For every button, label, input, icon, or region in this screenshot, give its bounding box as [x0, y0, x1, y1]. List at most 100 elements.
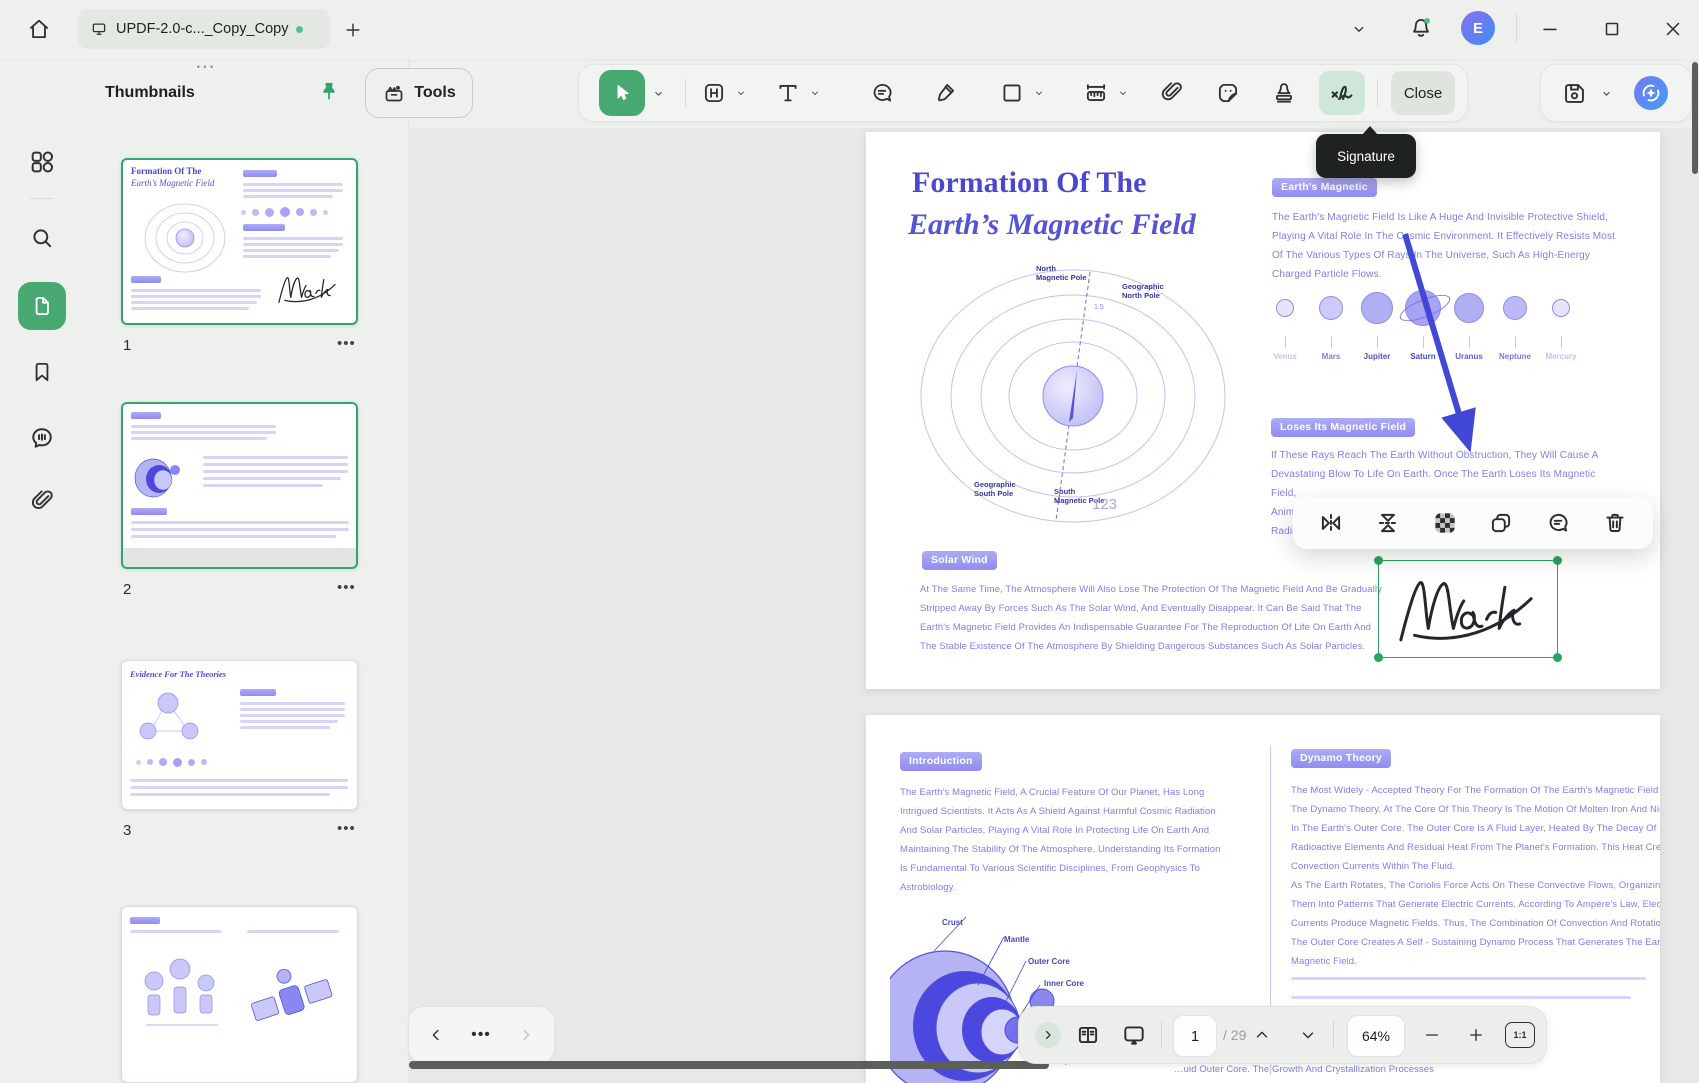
selection-handle-top-left[interactable] [1374, 556, 1383, 565]
minimize-button[interactable] [1534, 13, 1566, 45]
page-number-input[interactable]: 1 [1173, 1015, 1217, 1057]
thumb2-menu[interactable]: ••• [337, 579, 356, 596]
chevron-down-icon [735, 87, 747, 99]
tab-title: UPDF-2.0-c..._Copy_Copy [116, 21, 288, 37]
rail-divider [30, 198, 54, 199]
save-button[interactable] [1557, 76, 1591, 110]
sticker-tool[interactable] [1211, 76, 1245, 110]
thumbnail-page-3[interactable]: Evidence For The Theories [121, 660, 358, 810]
text-bar [243, 183, 343, 186]
thumb1-menu[interactable]: ••• [337, 335, 356, 352]
delete-button[interactable] [1597, 505, 1633, 541]
shape-tool[interactable] [995, 76, 1029, 110]
statusbar-divider [1333, 1021, 1334, 1049]
thumb2-loading-band [123, 548, 356, 569]
thumb3-menu[interactable]: ••• [337, 820, 356, 837]
rail-comments-button[interactable] [25, 421, 59, 455]
tab-list-button[interactable] [1344, 14, 1374, 44]
comment-button[interactable] [1540, 505, 1576, 541]
rail-thumbnails-button-active[interactable] [18, 282, 66, 330]
nav-back-button[interactable] [421, 1020, 451, 1050]
duplicate-button[interactable] [1483, 505, 1519, 541]
selection-handle-bottom-left[interactable] [1374, 653, 1383, 662]
home-button[interactable] [22, 12, 56, 46]
thumbnail-page-4[interactable] [121, 906, 358, 1083]
ai-assistant-button[interactable] [1633, 75, 1669, 111]
panel-drag-handle[interactable]: ⋯ [195, 54, 255, 79]
text-line: The Earth's Magnetic Field, A Crucial Fe… [900, 783, 1221, 802]
attach-file-tool[interactable] [1155, 76, 1189, 110]
measure-tool[interactable] [1079, 76, 1113, 110]
planet-jupiter: Jupiter [1354, 288, 1400, 361]
layer-label-inner-core: Inner Core [1044, 979, 1084, 988]
chevron-down-icon [1600, 87, 1613, 100]
nav-forward-button-disabled[interactable] [511, 1020, 541, 1050]
rail-search-button[interactable] [25, 221, 59, 255]
actual-size-button[interactable]: 1:1 [1505, 1022, 1535, 1048]
document-tab[interactable]: UPDF-2.0-c..._Copy_Copy [78, 9, 330, 49]
opacity-button[interactable] [1427, 505, 1463, 541]
side-rail [0, 60, 85, 1083]
text-bar [247, 930, 339, 933]
selection-handle-bottom-right[interactable] [1553, 653, 1562, 662]
rail-bookmarks-button[interactable] [25, 355, 59, 389]
text-bar [243, 195, 333, 198]
text-tool[interactable] [771, 76, 805, 110]
tooltip-label: Signature [1337, 149, 1395, 164]
notifications-button[interactable] [1404, 11, 1438, 45]
zoom-level-input[interactable]: 64% [1347, 1015, 1405, 1057]
text-line: The Stable Existence Of The Atmosphere B… [920, 637, 1382, 656]
select-tool-dropdown[interactable] [649, 83, 667, 103]
flip-vertical-icon [1375, 510, 1401, 536]
vertical-scrollbar[interactable] [1692, 62, 1698, 174]
collapse-bar-button[interactable] [1035, 1022, 1061, 1048]
pin-panel-button[interactable] [313, 76, 345, 108]
measure-tool-dropdown[interactable] [1115, 83, 1131, 103]
stamp-tool[interactable] [1267, 76, 1301, 110]
comment-tool[interactable] [865, 76, 899, 110]
section1-chip: Earth's Magnetic [1272, 178, 1377, 197]
maximize-button[interactable] [1596, 13, 1628, 45]
new-tab-plus-icon [343, 20, 363, 40]
shape-tool-dropdown[interactable] [1031, 83, 1047, 103]
heading-tool[interactable] [697, 76, 731, 110]
new-tab-button[interactable] [340, 17, 366, 43]
heading-tool-dropdown[interactable] [733, 83, 749, 103]
highlighter-tool[interactable] [929, 76, 963, 110]
flip-vertical-button[interactable] [1370, 505, 1406, 541]
chevron-down-icon [652, 87, 665, 100]
thumbnail-page-1[interactable]: Formation Of The Earth’s Magnetic Field [121, 158, 358, 325]
signature-selection-box[interactable] [1378, 560, 1558, 658]
avatar[interactable]: E [1461, 11, 1495, 45]
close-window-button[interactable] [1657, 13, 1689, 45]
nav-more-button[interactable]: ••• [466, 1020, 496, 1050]
rail-grid-button[interactable] [25, 145, 59, 179]
page-layout-button[interactable] [1071, 1018, 1105, 1052]
text-bar [240, 720, 338, 723]
tools-button[interactable]: Tools [365, 68, 473, 118]
text-line: Radioactive Elements And Residual Heat F… [1291, 838, 1660, 857]
close-editor-button[interactable]: Close [1391, 71, 1455, 115]
section3-paragraph: At The Same Time, The Atmosphere Will Al… [920, 580, 1382, 656]
zoom-out-button[interactable] [1417, 1020, 1447, 1050]
maximize-icon [1601, 18, 1623, 40]
layer-label-mantle: Mantle [1004, 935, 1029, 944]
text-tool-dropdown[interactable] [807, 83, 823, 103]
select-tool-active[interactable] [599, 70, 645, 116]
flip-horizontal-button[interactable] [1313, 505, 1349, 541]
next-page-button[interactable] [1293, 1020, 1323, 1050]
thumbnail-page-2[interactable] [121, 402, 358, 569]
text-line: Astrobiology. [900, 878, 1221, 897]
signature-mark [1391, 569, 1541, 649]
presentation-button[interactable] [1117, 1018, 1151, 1052]
rail-attachments-button[interactable] [25, 484, 59, 518]
save-dropdown[interactable] [1597, 83, 1615, 103]
zoom-in-button[interactable] [1461, 1020, 1491, 1050]
main-toolbar: Close [578, 64, 1468, 122]
selection-handle-top-right[interactable] [1553, 556, 1562, 565]
planet-uranus: Uranus [1446, 288, 1492, 361]
horizontal-scrollbar[interactable] [409, 1061, 1049, 1069]
text-line: As The Earth Rotates, The Coriolis Force… [1291, 876, 1660, 895]
signature-tool-active[interactable] [1319, 71, 1365, 115]
previous-page-button[interactable] [1247, 1020, 1277, 1050]
